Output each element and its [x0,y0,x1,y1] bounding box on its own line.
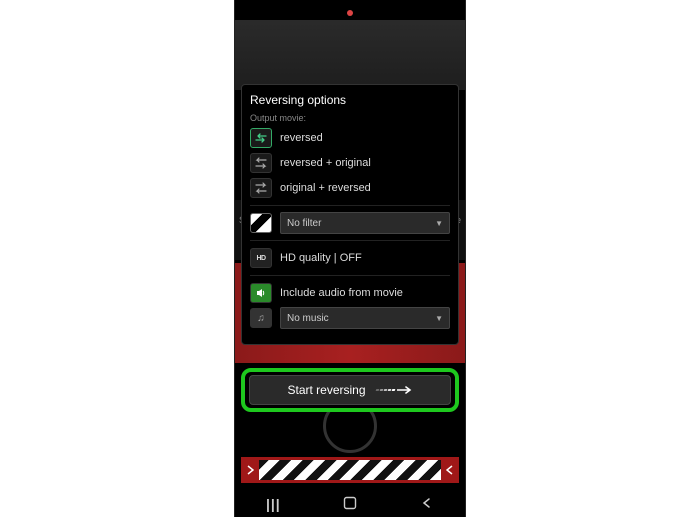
audio-icon [250,283,272,303]
option-label: reversed + original [280,157,371,169]
divider [250,240,450,241]
music-dropdown[interactable]: No music ▼ [280,307,450,329]
nav-back-button[interactable] [407,496,447,512]
music-icon: ♫ [250,308,272,328]
option-label: reversed [280,132,323,144]
reversing-options-panel: Reversing options Output movie: reversed… [241,84,459,345]
original-plus-reverse-icon [250,178,272,198]
reverse-plus-original-icon [250,153,272,173]
start-reversing-highlight: Start reversing [241,368,459,412]
android-nav-bar: ||| [235,491,465,517]
chevron-down-icon: ▼ [435,314,443,323]
arrow-right-icon [376,386,413,394]
filter-icon [250,213,272,233]
chevron-down-icon: ▼ [435,219,443,228]
nav-home-button[interactable] [330,496,370,513]
music-row: ♫ No music ▼ [250,307,450,329]
status-bar [235,0,465,20]
nav-recents-button[interactable]: ||| [253,496,293,512]
hd-icon: HD [250,248,272,268]
include-audio-row[interactable]: Include audio from movie [250,282,450,304]
timeline [241,457,459,483]
start-reversing-button[interactable]: Start reversing [249,375,451,405]
timeline-prev-button[interactable] [241,457,259,483]
option-label: original + reversed [280,182,371,194]
divider [250,275,450,276]
filter-row: No filter ▼ [250,212,450,234]
filter-dropdown[interactable]: No filter ▼ [280,212,450,234]
output-movie-label: Output movie: [250,113,450,123]
audio-label: Include audio from movie [280,287,403,299]
phone-frame: Se ne Reversing options Output movie: re… [234,0,466,517]
cta-label: Start reversing [287,383,365,397]
video-preview-bg [235,20,465,90]
filter-selected: No filter [287,218,321,229]
hd-quality-row[interactable]: HD HD quality | OFF [250,247,450,269]
option-reversed[interactable]: reversed [250,127,450,149]
recording-indicator [347,10,353,16]
music-selected: No music [287,313,329,324]
divider [250,205,450,206]
panel-title: Reversing options [250,93,450,107]
option-reversed-original[interactable]: reversed + original [250,152,450,174]
hd-label: HD quality | OFF [280,252,362,264]
reverse-icon [250,128,272,148]
timeline-next-button[interactable] [441,457,459,483]
timeline-track[interactable] [259,457,441,483]
option-original-reversed[interactable]: original + reversed [250,177,450,199]
